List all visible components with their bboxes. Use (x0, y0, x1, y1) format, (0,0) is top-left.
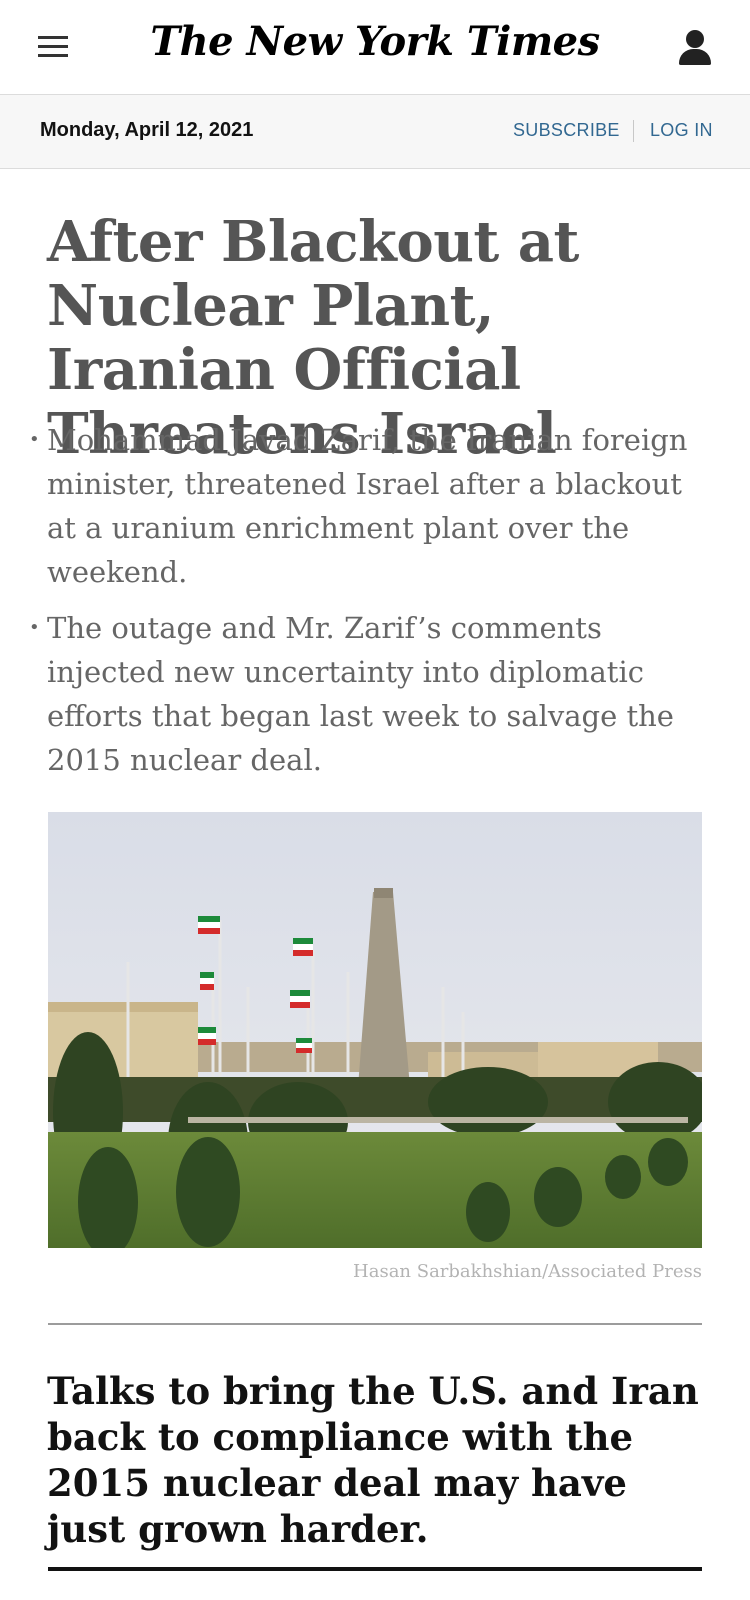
section-divider (48, 1323, 702, 1325)
nuclear-plant-image (48, 812, 702, 1248)
article-summary: Talks to bring the U.S. and Iran back to… (47, 1369, 699, 1551)
bullet-item: The outage and Mr. Zarif’s comments inje… (29, 606, 717, 782)
subscribe-link[interactable]: SUBSCRIBE (513, 120, 620, 141)
link-divider (633, 120, 634, 142)
login-link[interactable]: LOG IN (650, 120, 713, 141)
bullet-item: Mohammad Javad Zarif, the Iranian foreig… (29, 418, 717, 594)
user-account-icon[interactable] (678, 30, 712, 66)
site-header: The New York Times (0, 0, 750, 95)
current-date: Monday, April 12, 2021 (40, 119, 254, 141)
date-bar: Monday, April 12, 2021 SUBSCRIBE LOG IN (0, 95, 750, 169)
nyt-logo[interactable]: The New York Times (0, 18, 750, 65)
photo-credit: Hasan Sarbakhshian/Associated Press (353, 1261, 702, 1282)
summary-bullets: Mohammad Javad Zarif, the Iranian foreig… (29, 418, 717, 794)
article-photo[interactable] (48, 812, 702, 1248)
section-divider-bold (48, 1567, 702, 1571)
